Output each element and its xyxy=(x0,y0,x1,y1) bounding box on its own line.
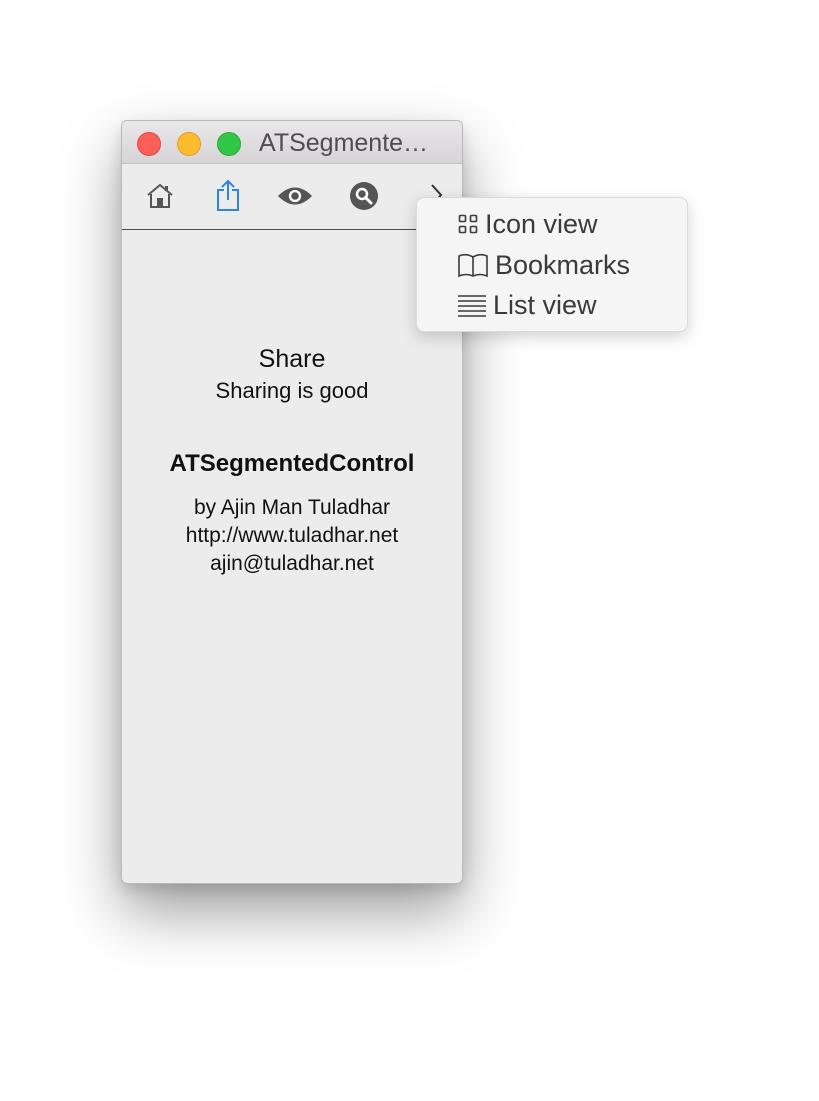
menu-item-icon-view[interactable]: Icon view xyxy=(457,207,598,241)
window-title: ATSegmente… xyxy=(259,129,429,157)
website-link[interactable]: http://www.tuladhar.net xyxy=(122,524,462,548)
content-subheading: Sharing is good xyxy=(215,378,369,403)
menu-item-label: List view xyxy=(493,289,597,320)
author-line: by Ajin Man Tuladhar xyxy=(193,496,391,519)
search-segment[interactable] xyxy=(346,178,382,214)
content-heading: Share xyxy=(258,345,326,373)
view-options-menu: Icon view Bookmarks List view xyxy=(416,197,688,332)
close-button[interactable] xyxy=(137,132,161,156)
menu-item-label: Icon view xyxy=(485,208,598,239)
share-segment[interactable] xyxy=(210,178,246,214)
search-icon xyxy=(350,182,378,210)
app-name: ATSegmentedControl xyxy=(169,450,415,477)
menu-item-label: Bookmarks xyxy=(495,249,631,280)
share-icon xyxy=(217,179,239,211)
home-segment[interactable] xyxy=(142,178,178,214)
segmented-toolbar xyxy=(122,164,462,230)
menu-item-list-view[interactable]: List view xyxy=(457,288,597,322)
app-window: ATSegmente… Share Sharing is good ATSegm… xyxy=(121,120,463,884)
view-segment[interactable] xyxy=(277,178,313,214)
list-icon xyxy=(457,293,487,317)
email-link[interactable]: ajin@tuladhar.net xyxy=(122,552,462,576)
menu-item-bookmarks[interactable]: Bookmarks xyxy=(457,248,630,282)
home-icon xyxy=(147,183,173,208)
grid-icon xyxy=(457,213,479,235)
title-bar[interactable]: ATSegmente… xyxy=(122,121,462,164)
book-icon xyxy=(457,252,489,278)
minimize-button[interactable] xyxy=(177,132,201,156)
eye-icon xyxy=(277,187,313,205)
zoom-button[interactable] xyxy=(217,132,241,156)
